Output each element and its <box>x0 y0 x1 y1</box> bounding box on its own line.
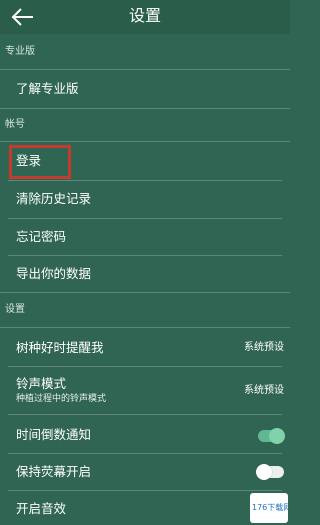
export-data-row[interactable]: 导出你的数据 <box>0 256 290 292</box>
clear-history-row[interactable]: 清除历史记录 <box>0 181 290 218</box>
divider <box>0 108 290 109</box>
clear-history-label: 清除历史记录 <box>16 191 92 206</box>
keep-screen-on-row[interactable]: 保持荧幕开启 <box>0 454 290 490</box>
login-label: 登录 <box>16 153 42 168</box>
section-header-pro: 专业版 <box>5 46 35 57</box>
toggle-knob <box>256 464 272 480</box>
ringtone-subtitle: 种植过程中的铃声模式 <box>16 394 107 404</box>
keep-screen-on-label: 保持荧幕开启 <box>16 464 92 479</box>
countdown-notify-label: 时间倒数通知 <box>16 427 92 442</box>
learn-pro-label: 了解专业版 <box>16 81 79 96</box>
tree-reminder-row[interactable]: 树种好时提醒我 系统预设 <box>0 328 290 366</box>
section-header-account: 帐号 <box>5 119 25 130</box>
section-header-settings: 设置 <box>5 304 25 315</box>
page-title: 设置 <box>128 6 161 25</box>
top-bar: 设置 <box>0 0 290 34</box>
toggle-knob <box>269 428 285 444</box>
learn-pro-row[interactable]: 了解专业版 <box>0 70 290 108</box>
tree-reminder-label: 树种好时提醒我 <box>16 340 104 355</box>
watermark: 176下载网 <box>250 493 288 523</box>
ringtone-label: 铃声模式 <box>16 376 67 391</box>
login-row[interactable]: 登录 <box>0 142 290 180</box>
sound-effects-label: 开启音效 <box>16 501 67 516</box>
countdown-notify-row[interactable]: 时间倒数通知 <box>0 415 290 453</box>
forgot-password-row[interactable]: 忘记密码 <box>0 219 290 255</box>
divider <box>0 292 290 293</box>
sound-effects-row[interactable]: 开启音效 <box>0 491 290 525</box>
keep-screen-on-toggle[interactable] <box>256 464 284 480</box>
tree-reminder-value: 系统预设 <box>244 342 284 353</box>
ringtone-value: 系统预设 <box>244 385 284 396</box>
forgot-password-label: 忘记密码 <box>16 229 67 244</box>
ringtone-row[interactable]: 铃声模式 种植过程中的铃声模式 系统预设 <box>0 367 290 414</box>
watermark-text: 176下载网 <box>252 503 288 512</box>
countdown-notify-toggle[interactable] <box>258 428 285 444</box>
export-data-label: 导出你的数据 <box>16 266 92 281</box>
